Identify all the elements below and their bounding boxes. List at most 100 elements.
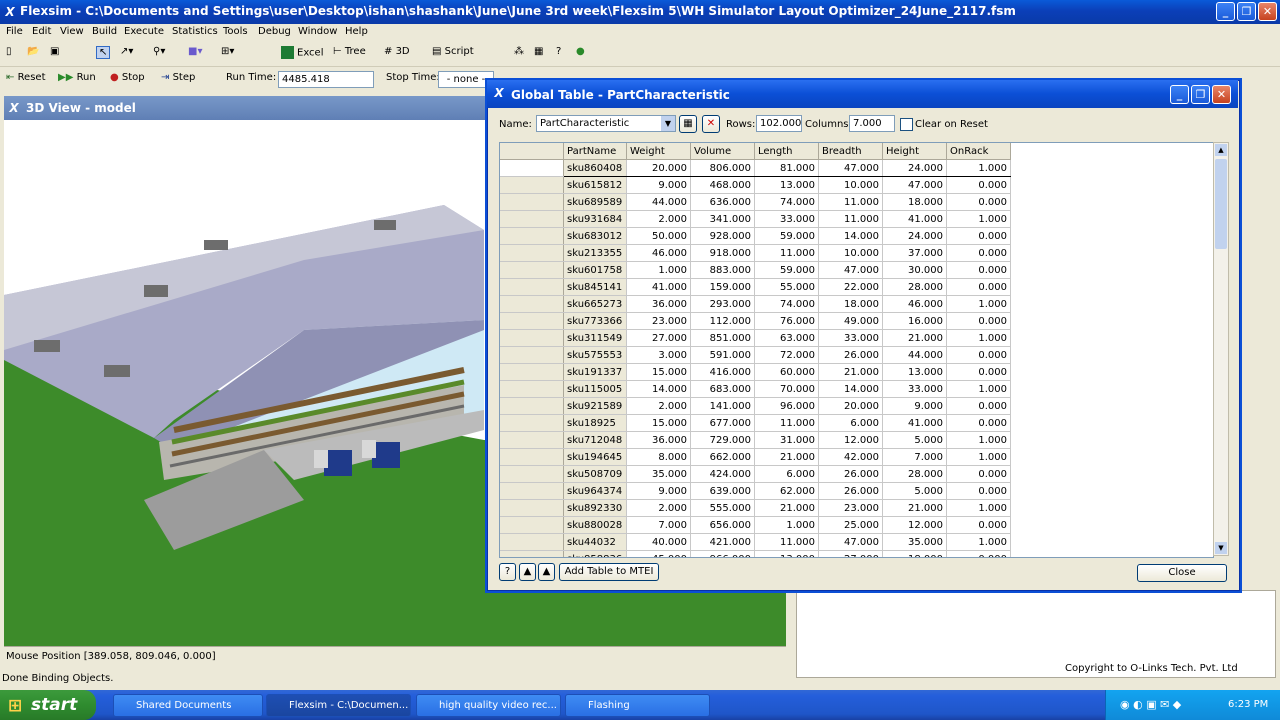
- value-cell[interactable]: 5.000: [882, 482, 947, 500]
- value-cell[interactable]: 30.000: [882, 261, 947, 279]
- table-edit-icon[interactable]: ▦: [679, 115, 697, 133]
- value-cell[interactable]: 24.000: [882, 227, 947, 245]
- value-cell[interactable]: 11.000: [818, 210, 883, 228]
- value-cell[interactable]: 26.000: [818, 482, 883, 500]
- part-name-cell[interactable]: sku44032: [563, 533, 627, 551]
- table-row[interactable]: sku191337 15.000 416.000 60.000 21.000 13.000…: [500, 363, 1011, 381]
- value-cell[interactable]: 49.000: [818, 312, 883, 330]
- column-header[interactable]: Length: [754, 143, 819, 160]
- value-cell[interactable]: 683.000: [690, 380, 755, 398]
- value-cell[interactable]: 9.000: [626, 482, 691, 500]
- open-folder-icon[interactable]: 📂: [27, 46, 39, 57]
- value-cell[interactable]: 42.000: [818, 448, 883, 466]
- value-cell[interactable]: 70.000: [754, 380, 819, 398]
- value-cell[interactable]: 0.000: [946, 244, 1011, 262]
- value-cell[interactable]: 41.000: [882, 414, 947, 432]
- value-cell[interactable]: 555.000: [690, 499, 755, 517]
- table-row[interactable]: sku18925 15.000 677.000 11.000 6.000 41.000 0.…: [500, 414, 1011, 432]
- value-cell[interactable]: 36.000: [626, 295, 691, 313]
- value-cell[interactable]: 27.000: [626, 329, 691, 347]
- table-row[interactable]: sku44032 40.000 421.000 11.000 47.000 35.000 1…: [500, 533, 1011, 551]
- column-header[interactable]: Height: [882, 143, 947, 160]
- part-name-cell[interactable]: sku845141: [563, 278, 627, 296]
- reset-button[interactable]: ⇤ Reset: [6, 72, 46, 83]
- columns-field[interactable]: 7.000: [849, 115, 895, 132]
- stop-time-field[interactable]: - none -: [438, 71, 494, 88]
- object-color-icon[interactable]: ■▾: [188, 46, 202, 57]
- row-header[interactable]: [500, 210, 564, 228]
- run-button[interactable]: ▶▶ Run: [58, 72, 96, 83]
- column-header[interactable]: OnRack: [946, 143, 1011, 160]
- table-row[interactable]: sku931684 2.000 341.000 33.000 11.000 41.000 1…: [500, 210, 1011, 228]
- value-cell[interactable]: 35.000: [626, 465, 691, 483]
- value-cell[interactable]: 47.000: [818, 261, 883, 279]
- value-cell[interactable]: 40.000: [626, 533, 691, 551]
- add-table-to-mtei-button[interactable]: Add Table to MTEI: [559, 563, 659, 581]
- minimize-button[interactable]: _: [1216, 2, 1235, 21]
- row-header[interactable]: [500, 533, 564, 551]
- move-up-icon[interactable]: ▲: [519, 563, 536, 581]
- tray-icons[interactable]: ◉ ◐ ▣ ✉ ◆: [1120, 698, 1181, 711]
- table-row[interactable]: sku615812 9.000 468.000 13.000 10.000 47.000 0…: [500, 176, 1011, 194]
- value-cell[interactable]: 662.000: [690, 448, 755, 466]
- value-cell[interactable]: 45.000: [626, 550, 691, 557]
- value-cell[interactable]: 20.000: [626, 159, 691, 177]
- value-cell[interactable]: 22.000: [818, 278, 883, 296]
- value-cell[interactable]: 18.000: [818, 295, 883, 313]
- value-cell[interactable]: 62.000: [754, 482, 819, 500]
- scroll-thumb[interactable]: [1215, 159, 1227, 249]
- value-cell[interactable]: 11.000: [754, 244, 819, 262]
- value-cell[interactable]: 0.000: [946, 363, 1011, 381]
- value-cell[interactable]: 20.000: [818, 397, 883, 415]
- table-row[interactable]: sku683012 50.000 928.000 59.000 14.000 24.000…: [500, 227, 1011, 245]
- clear-on-reset-checkbox[interactable]: [900, 118, 913, 131]
- menu-tools[interactable]: Tools: [223, 26, 248, 37]
- part-name-cell[interactable]: sku601758: [563, 261, 627, 279]
- value-cell[interactable]: 0.000: [946, 193, 1011, 211]
- value-cell[interactable]: 159.000: [690, 278, 755, 296]
- value-cell[interactable]: 63.000: [754, 329, 819, 347]
- value-cell[interactable]: 15.000: [626, 363, 691, 381]
- scroll-down-icon[interactable]: ▼: [1215, 542, 1227, 554]
- value-cell[interactable]: 966.000: [690, 550, 755, 557]
- value-cell[interactable]: 341.000: [690, 210, 755, 228]
- value-cell[interactable]: 0.000: [946, 414, 1011, 432]
- value-cell[interactable]: 1.000: [946, 431, 1011, 449]
- part-name-cell[interactable]: sku964374: [563, 482, 627, 500]
- menu-build[interactable]: Build: [92, 26, 117, 37]
- new-file-icon[interactable]: ▯: [6, 46, 12, 57]
- name-select[interactable]: PartCharacteristic ▼: [536, 115, 676, 132]
- part-name-cell[interactable]: sku194645: [563, 448, 627, 466]
- table-grid[interactable]: PartName Weight Volume Length Breadth Height O…: [499, 142, 1214, 558]
- value-cell[interactable]: 23.000: [626, 312, 691, 330]
- value-cell[interactable]: 468.000: [690, 176, 755, 194]
- task-shared-documents[interactable]: Shared Documents: [113, 694, 263, 717]
- value-cell[interactable]: 47.000: [818, 533, 883, 551]
- move-down-icon[interactable]: ▲: [538, 563, 555, 581]
- maximize-button[interactable]: ❐: [1237, 2, 1256, 21]
- table-row[interactable]: sku689589 44.000 636.000 74.000 11.000 18.000…: [500, 193, 1011, 211]
- table-row[interactable]: sku712048 36.000 729.000 31.000 12.000 5.000 1…: [500, 431, 1011, 449]
- row-header[interactable]: [500, 499, 564, 517]
- value-cell[interactable]: 96.000: [754, 397, 819, 415]
- task-flexsim[interactable]: Flexsim - C:\Documen...: [266, 694, 411, 717]
- row-header[interactable]: [500, 346, 564, 364]
- row-header[interactable]: [500, 397, 564, 415]
- dialog-minimize-button[interactable]: _: [1170, 85, 1189, 104]
- value-cell[interactable]: 1.000: [626, 261, 691, 279]
- value-cell[interactable]: 1.000: [946, 159, 1011, 177]
- value-cell[interactable]: 74.000: [754, 193, 819, 211]
- value-cell[interactable]: 47.000: [882, 176, 947, 194]
- value-cell[interactable]: 35.000: [882, 533, 947, 551]
- menu-edit[interactable]: Edit: [32, 26, 51, 37]
- row-header[interactable]: [500, 482, 564, 500]
- row-header[interactable]: [500, 329, 564, 347]
- row-header[interactable]: [500, 227, 564, 245]
- view3d-button[interactable]: # 3D: [384, 46, 410, 57]
- value-cell[interactable]: 26.000: [818, 346, 883, 364]
- value-cell[interactable]: 918.000: [690, 244, 755, 262]
- table-row[interactable]: sku845141 41.000 159.000 55.000 22.000 28.000…: [500, 278, 1011, 296]
- value-cell[interactable]: 16.000: [882, 312, 947, 330]
- value-cell[interactable]: 677.000: [690, 414, 755, 432]
- value-cell[interactable]: 7.000: [626, 516, 691, 534]
